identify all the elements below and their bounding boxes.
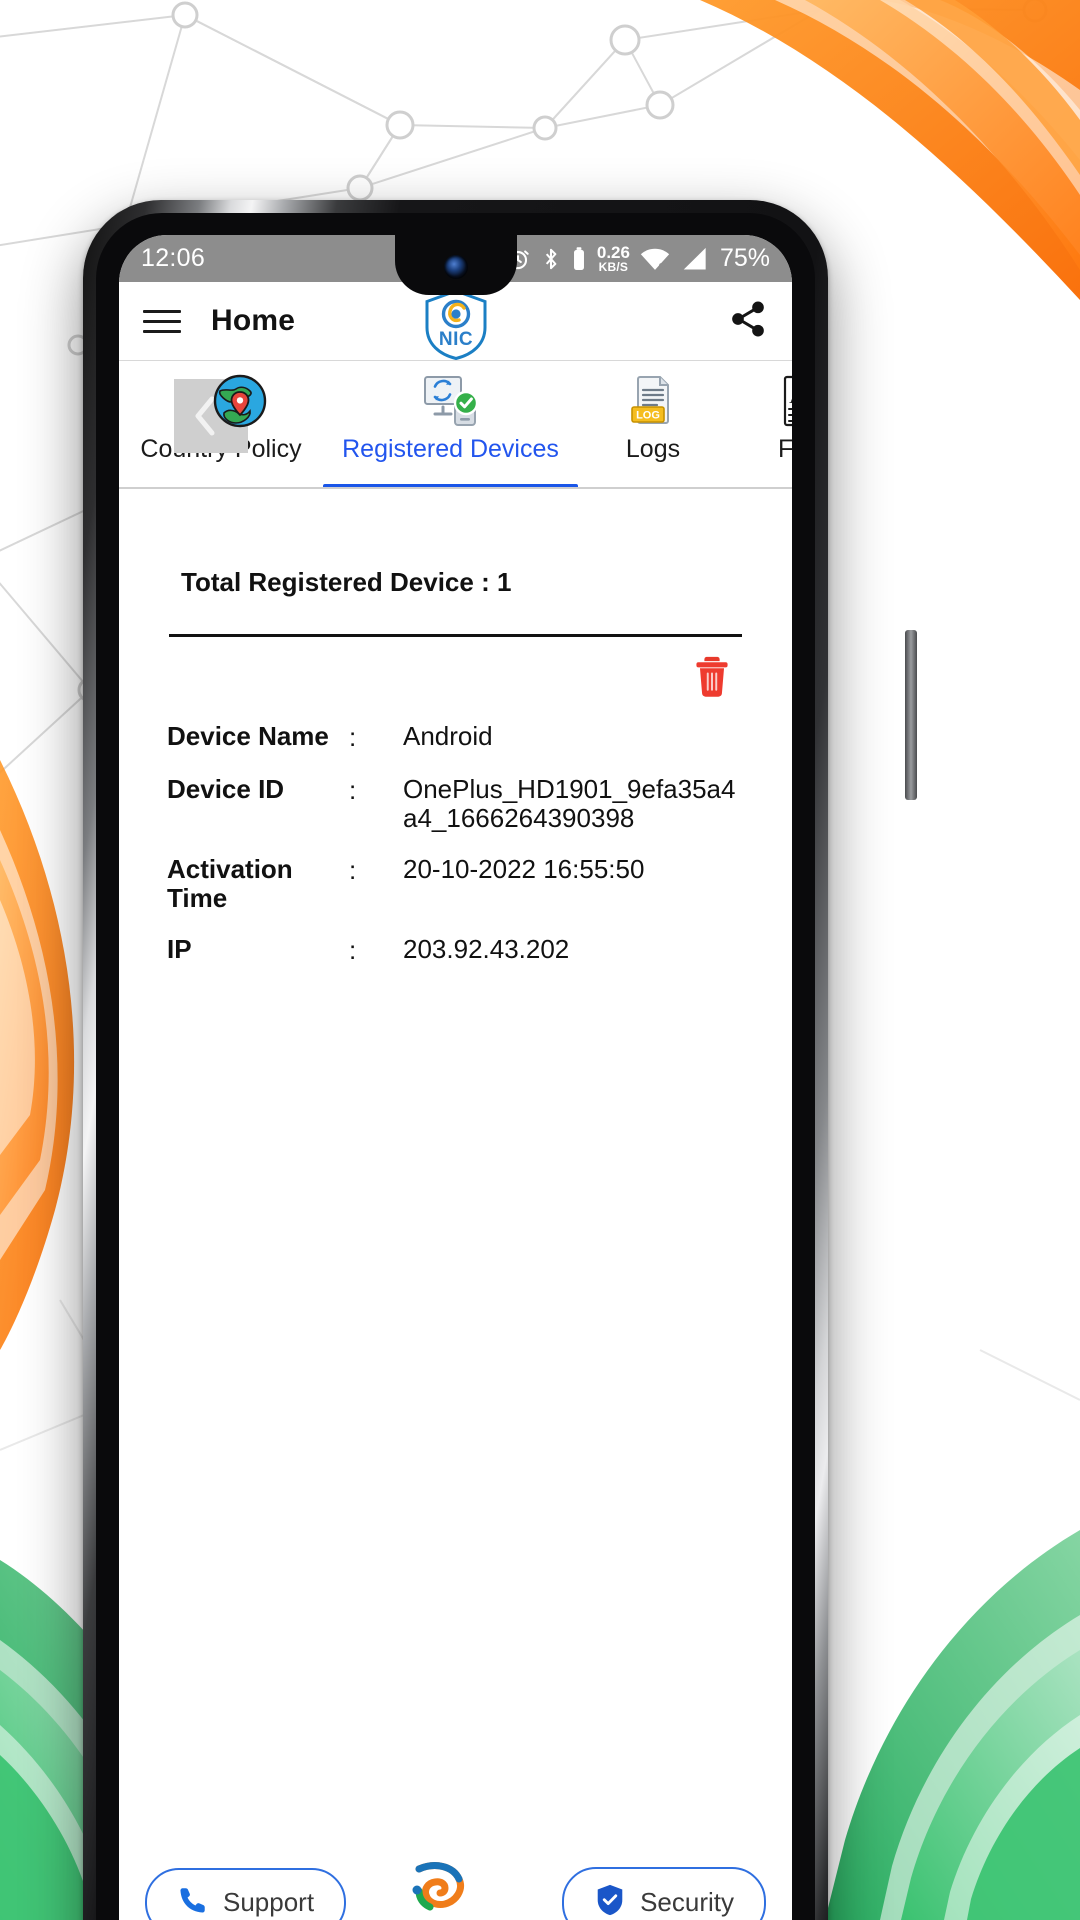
table-row: Device Name : Android [167,721,744,753]
detail-colon: : [349,855,357,886]
device-sync-verified-icon [422,373,480,429]
phone-bezel: 12:06 0.26 KB/S 75% Home NIC Policy Regi… [96,213,815,1920]
nic-logo: NIC [420,288,492,367]
bluetooth-icon [541,246,561,272]
svg-text:LOG: LOG [636,410,660,422]
detail-value: OnePlus_HD1901_9efa35a4a4_1666264390398 [403,774,736,834]
registered-devices-panel: Total Registered Device : 1 Device Name … [119,489,792,967]
detail-colon: : [349,935,357,966]
support-button-label: Support [223,1886,315,1917]
phone-icon [177,1884,209,1920]
tab-bar-divider [119,487,792,489]
phone-notch [394,235,517,295]
cellular-signal-icon [680,246,708,272]
battery-saver-icon [571,246,587,272]
hamburger-line [143,329,181,333]
status-bar-icons: 0.26 KB/S 75% [505,244,770,273]
hamburger-line [143,309,181,313]
front-camera [443,255,468,279]
network-speed-value: 0.26 [596,243,630,262]
tab-label: Registered Devices [342,435,559,463]
share-icon[interactable] [728,299,768,344]
detail-colon: : [349,775,357,805]
hamburger-line [143,319,181,323]
table-row: IP : 203.92.43.202 [167,935,744,966]
network-speed-indicator: 0.26 KB/S [597,244,630,273]
bottom-bar: Support Digital India Power To Empower [119,1844,792,1920]
detail-label: IP [167,934,192,965]
svg-text:NIC: NIC [438,329,472,350]
tab-bar: Country Policy [119,361,792,489]
total-registered-devices-label: Total Registered Device : 1 [181,567,512,597]
tab-label: FAQ [777,435,792,463]
detail-label: Device Name [167,721,329,751]
table-row: Device ID : OnePlus_HD1901_9efa35a4a4_16… [167,774,744,834]
wifi-icon [640,246,670,272]
detail-label: Activation Time [167,854,293,914]
shield-icon [594,1883,626,1920]
phone-screen: 12:06 0.26 KB/S 75% Home NIC Policy Regi… [119,235,792,1920]
tab-logs[interactable]: LOG Logs [578,361,728,489]
faq-document-icon: A [779,373,792,429]
globe-location-icon [156,373,286,453]
battery-percentage: 75% [719,244,770,272]
tab-country-policy[interactable]: Country Policy [119,361,323,489]
phone-button-power [905,630,917,800]
detail-colon: : [349,722,357,752]
detail-value: 203.92.43.202 [403,934,570,965]
network-speed-unit: KB/S [598,260,629,274]
hamburger-menu-icon[interactable] [143,309,181,333]
detail-value: Android [403,721,493,751]
svg-text:A: A [789,387,792,408]
trash-icon[interactable] [690,653,734,704]
security-button[interactable]: Security [562,1866,766,1920]
device-details-table: Device Name : Android Device ID : OnePlu… [119,704,792,966]
phone-mockup: 12:06 0.26 KB/S 75% Home NIC Policy Regi… [83,200,917,1920]
tab-faq[interactable]: A FAQ [728,361,792,489]
tab-registered-devices[interactable]: Registered Devices [323,361,578,489]
detail-label: Device ID [167,774,285,804]
status-bar-clock: 12:06 [141,244,206,272]
detail-value: 20-10-2022 16:55:50 [403,854,645,885]
tab-label: Logs [625,435,681,463]
log-document-icon: LOG [628,373,678,429]
support-button[interactable]: Support [145,1867,347,1920]
delete-device-row [119,637,792,704]
table-row: Activation Time : 20-10-2022 16:55:50 [167,855,744,913]
security-button-label: Security [640,1886,734,1917]
digital-india-logo: Digital India Power To Empower [406,1861,502,1920]
page-title: Home [211,304,296,337]
